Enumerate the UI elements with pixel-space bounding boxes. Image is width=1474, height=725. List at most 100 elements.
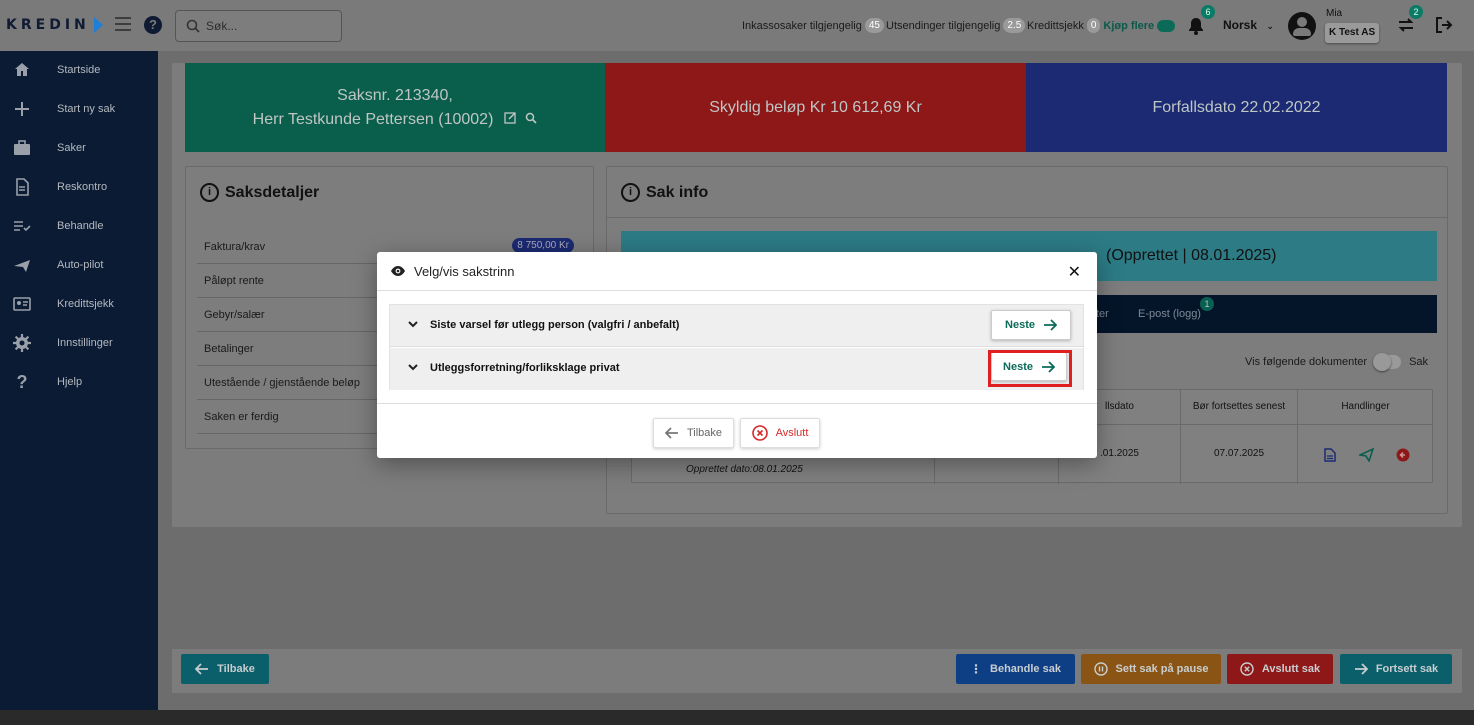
case-number-banner: Saksnr. 213340, Herr Testkunde Pettersen… [185, 63, 605, 152]
language-select[interactable]: Norsk ⌄ [1223, 18, 1274, 32]
step-label: Utleggsforretning/forliksklage privat [430, 362, 620, 374]
close-icon[interactable]: ✕ [1068, 262, 1081, 282]
chevron-down-icon[interactable] [407, 318, 419, 330]
step-item[interactable]: Siste varsel før utlegg person (valgfri … [390, 305, 1083, 347]
stat-utsendinger: Utsendinger tilgjengelig 2.5 [886, 18, 1026, 33]
search-icon [186, 19, 200, 33]
pause-icon [1093, 662, 1108, 676]
document-icon [16, 178, 29, 196]
edit-icon[interactable] [504, 111, 521, 128]
company-switcher[interactable]: K Test AS [1325, 23, 1380, 43]
detail-label: Påløpt rente [204, 274, 264, 287]
bottom-action-bar: Tilbake ⋮ Behandle sak Sett sak på pause… [172, 649, 1462, 693]
button-label: Behandle sak [990, 663, 1061, 675]
highlight-box [988, 350, 1072, 387]
show-docs-toggle[interactable] [1373, 353, 1402, 371]
back-button[interactable]: Tilbake [181, 654, 269, 684]
amount-due-banner: Skyldig beløp Kr 10 612,69 Kr [605, 63, 1026, 152]
modal-cancel-button[interactable]: Avslutt [740, 418, 820, 448]
cell-actions [1297, 424, 1433, 484]
switch-badge: 2 [1409, 5, 1423, 19]
amount-badge: 8 750,00 Kr [512, 238, 574, 253]
sidebar-item-saker[interactable]: Saker [0, 131, 158, 165]
user-name: Mia [1326, 8, 1343, 19]
send-icon[interactable] [1359, 448, 1374, 462]
button-label: Sett sak på pause [1115, 663, 1209, 675]
gear-icon [13, 334, 31, 352]
customer-line: Herr Testkunde Pettersen (10002) [253, 108, 538, 132]
plus-icon [15, 102, 29, 116]
back-circle-icon[interactable] [1396, 448, 1410, 462]
sidebar: Startside Start ny sak Saker Reskontro B… [0, 51, 158, 725]
arrow-right-icon [1043, 319, 1057, 331]
process-case-button[interactable]: ⋮ Behandle sak [956, 654, 1075, 684]
pause-case-button[interactable]: Sett sak på pause [1081, 654, 1221, 684]
step-select-modal: Velg/vis sakstrinn ✕ Siste varsel før ut… [377, 252, 1097, 458]
sidebar-item-label: Auto-pilot [57, 259, 104, 271]
end-case-button[interactable]: Avslutt sak [1227, 654, 1333, 684]
buy-more-link[interactable]: Kjøp flere [1103, 20, 1154, 32]
next-step-button[interactable]: Neste [991, 310, 1071, 340]
notifications-button[interactable] [1186, 16, 1206, 41]
sidebar-item-startside[interactable]: Startside [0, 53, 158, 87]
home-icon [15, 63, 29, 76]
footer-strip [0, 710, 1474, 725]
sidebar-item-label: Hjelp [57, 376, 83, 388]
chevron-down-icon[interactable] [407, 361, 419, 373]
sidebar-item-label: Saker [57, 142, 86, 154]
button-label: Tilbake [686, 427, 723, 439]
file-icon[interactable] [1324, 448, 1336, 462]
tab-partial[interactable]: ter [1096, 308, 1109, 320]
card-title-text: Sak info [646, 183, 709, 201]
step-label: Siste varsel før utlegg person (valgfri … [430, 319, 680, 331]
avatar[interactable] [1288, 12, 1316, 40]
created-date: Opprettet dato:08.01.2025 [686, 464, 803, 475]
tab-email-log[interactable]: E-post (logg) [1138, 308, 1201, 320]
sidebar-item-hjelp[interactable]: ? Hjelp [0, 365, 158, 399]
stat-kredittsjekk: Kredittsjekk 0 Kjøp flere [1027, 18, 1176, 33]
step-item[interactable]: Utleggsforretning/forliksklage privat Ne… [390, 348, 1083, 390]
logo-text: KREDIN [6, 17, 90, 33]
saksdetaljer-title: i Saksdetaljer [200, 183, 319, 202]
logo[interactable]: KREDIN [6, 15, 103, 35]
sidebar-item-auto-pilot[interactable]: Auto-pilot [0, 248, 158, 282]
help-icon[interactable]: ? [144, 16, 162, 34]
stat-label: Inkassosaker tilgjengelig [742, 19, 862, 32]
detail-label: Betalinger [204, 342, 254, 355]
sidebar-item-innstillinger[interactable]: Innstillinger [0, 326, 158, 360]
search-box[interactable] [175, 10, 342, 42]
logout-icon[interactable] [1435, 16, 1453, 39]
show-docs-toggle-row: Vis følgende dokumenter Sak [1245, 353, 1428, 371]
switch-account-icon[interactable] [1397, 17, 1415, 38]
button-label: Avslutt sak [1261, 663, 1321, 675]
sidebar-item-kredittsjekk[interactable]: Kredittsjekk [0, 287, 158, 321]
sidebar-item-label: Reskontro [57, 181, 108, 193]
search-input[interactable] [206, 19, 326, 33]
eye-icon [391, 266, 405, 276]
case-number: Saksnr. 213340, [337, 86, 453, 104]
stat-label: Kredittsjekk [1027, 19, 1084, 32]
menu-icon[interactable] [115, 17, 131, 31]
logo-arrow-icon [93, 17, 103, 33]
sidebar-item-reskontro[interactable]: Reskontro [0, 170, 158, 204]
button-label: Neste [1005, 319, 1035, 331]
close-circle-icon [751, 425, 768, 441]
sidebar-item-label: Behandle [57, 220, 104, 232]
stat-label: Utsendinger tilgjengelig [886, 19, 1001, 32]
search-icon[interactable] [525, 111, 537, 128]
column-header: Handlinger [1297, 390, 1433, 424]
button-label: Avslutt [775, 427, 809, 439]
close-circle-icon [1240, 662, 1254, 676]
continue-case-button[interactable]: Fortsett sak [1340, 654, 1452, 684]
arrow-left-icon [195, 663, 209, 675]
modal-title: Velg/vis sakstrinn [414, 263, 515, 279]
stat-count: 45 [864, 18, 884, 33]
modal-footer: Tilbake Avslutt [377, 403, 1097, 458]
chevron-down-icon: ⌄ [1266, 21, 1274, 31]
sidebar-item-start-ny-sak[interactable]: Start ny sak [0, 92, 158, 126]
bell-icon [1189, 18, 1203, 35]
sidebar-item-label: Start ny sak [57, 103, 116, 115]
sidebar-item-behandle[interactable]: Behandle [0, 209, 158, 243]
buy-more-icon[interactable] [1157, 19, 1176, 32]
modal-back-button[interactable]: Tilbake [653, 418, 734, 448]
